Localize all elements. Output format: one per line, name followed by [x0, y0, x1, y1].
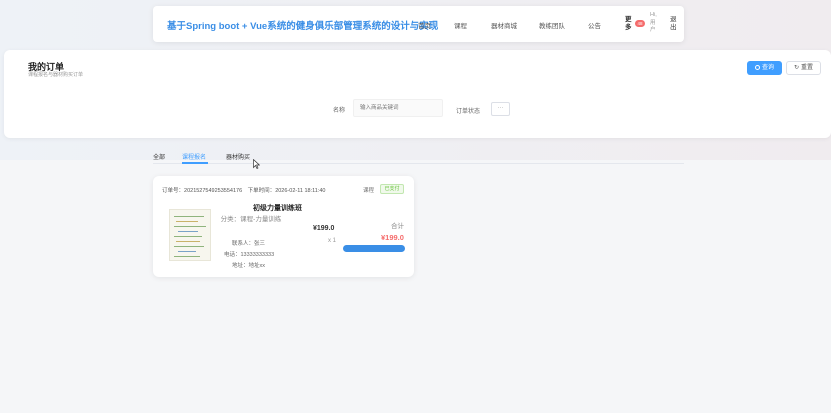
status-select[interactable]: ··· — [491, 102, 510, 116]
tab-equipment-purchase[interactable]: 器材购买 — [226, 152, 250, 161]
search-icon — [754, 64, 760, 70]
order-time-label: 下单时间： — [247, 188, 276, 194]
name-search-input[interactable] — [353, 99, 443, 117]
product-category: 分类：课程-力量训练 — [220, 216, 282, 223]
nav-item-courses[interactable]: 课程 — [454, 20, 467, 30]
order-time: 2026-02-11 18:11:40 — [275, 188, 326, 194]
quantity: x 1 — [328, 238, 337, 244]
order-number: 2021527549253554176 — [184, 188, 243, 194]
order-action-button[interactable] — [343, 245, 405, 252]
unit-price: ¥199.0 — [313, 225, 335, 232]
user-greeting[interactable]: Hi,用户 — [650, 12, 658, 35]
logout-link[interactable]: 退出 — [670, 16, 678, 32]
order-filter-panel: 我的订单 课程报名与器材购买订单 查询 ↻重置 名称 订单状态 ··· — [4, 50, 831, 138]
contact-person: 联系人：张三 — [232, 241, 266, 247]
active-tab-indicator — [182, 162, 208, 164]
mouse-cursor-icon — [253, 159, 260, 169]
order-tabs: 全部 课程报名 器材购买 — [153, 150, 684, 164]
total-label: 合计 — [391, 223, 404, 230]
product-thumbnail[interactable] — [169, 209, 211, 261]
product-name[interactable]: 初级力量训练班 — [253, 203, 302, 213]
order-number-label: 订单号： — [162, 188, 185, 194]
order-card[interactable]: 订单号：2021527549253554176 下单时间：2026-02-11 … — [153, 176, 414, 277]
reset-button-label: 重置 — [801, 65, 814, 71]
reset-button[interactable]: ↻ 重置 — [786, 61, 821, 75]
refresh-icon: ↻ — [793, 65, 799, 71]
tab-all[interactable]: 全部 — [153, 152, 165, 161]
nav-item-home[interactable]: 首页 — [418, 20, 431, 30]
nav-item-announcements[interactable]: 公告 — [588, 20, 601, 30]
total-amount: ¥199.0 — [381, 233, 404, 242]
nav-item-coach-team[interactable]: 教练团队 — [539, 20, 565, 30]
order-meta: 订单号：2021527549253554176 下单时间：2026-02-11 … — [162, 186, 325, 194]
tab-course-registration[interactable]: 课程报名 — [182, 152, 206, 161]
page-subtitle: 课程报名与器材购买订单 — [28, 72, 84, 78]
search-button-label: 查询 — [761, 65, 774, 71]
more-menu[interactable]: 更多 — [625, 16, 635, 32]
contact-phone: 电话：13333333333 — [224, 252, 275, 258]
status-badge: 已支付 — [380, 184, 404, 194]
contact-address: 地址：地址xx — [232, 263, 266, 269]
nav-item-equipment-shop[interactable]: 器材商城 — [491, 20, 517, 30]
order-type: 课程 — [363, 188, 375, 194]
more-count-badge: 48 — [635, 20, 645, 27]
site-title[interactable]: 基于Spring boot + Vue系统的健身俱乐部管理系统的设计与实现 — [167, 18, 438, 32]
search-button[interactable]: 查询 — [747, 61, 782, 75]
status-filter-label: 订单状态 — [456, 109, 481, 115]
top-header: 基于Spring boot + Vue系统的健身俱乐部管理系统的设计与实现 首页… — [153, 6, 684, 42]
name-filter-label: 名称 — [333, 108, 346, 114]
